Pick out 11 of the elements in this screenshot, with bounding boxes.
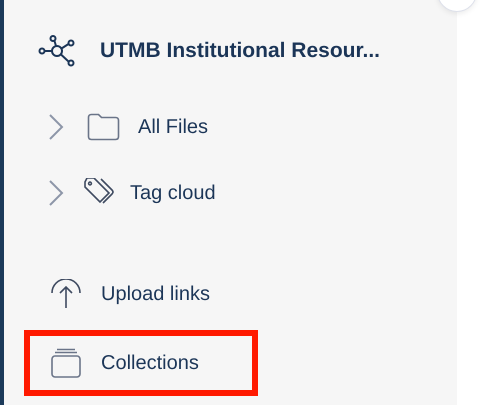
nav-link[interactable]: Collections	[101, 352, 199, 374]
repository-title: UTMB Institutional Resour...	[100, 39, 380, 63]
tree-item-label[interactable]: Tag cloud	[130, 182, 216, 204]
upload-icon	[51, 279, 81, 309]
tree-item-label[interactable]: All Files	[138, 116, 208, 138]
collection-icon	[51, 348, 81, 378]
network-icon	[38, 35, 76, 67]
chevron-icon[interactable]	[48, 179, 64, 207]
nav-link[interactable]: Upload links	[101, 282, 210, 306]
chevron-icon[interactable]	[48, 113, 64, 141]
folder-icon	[87, 113, 120, 141]
